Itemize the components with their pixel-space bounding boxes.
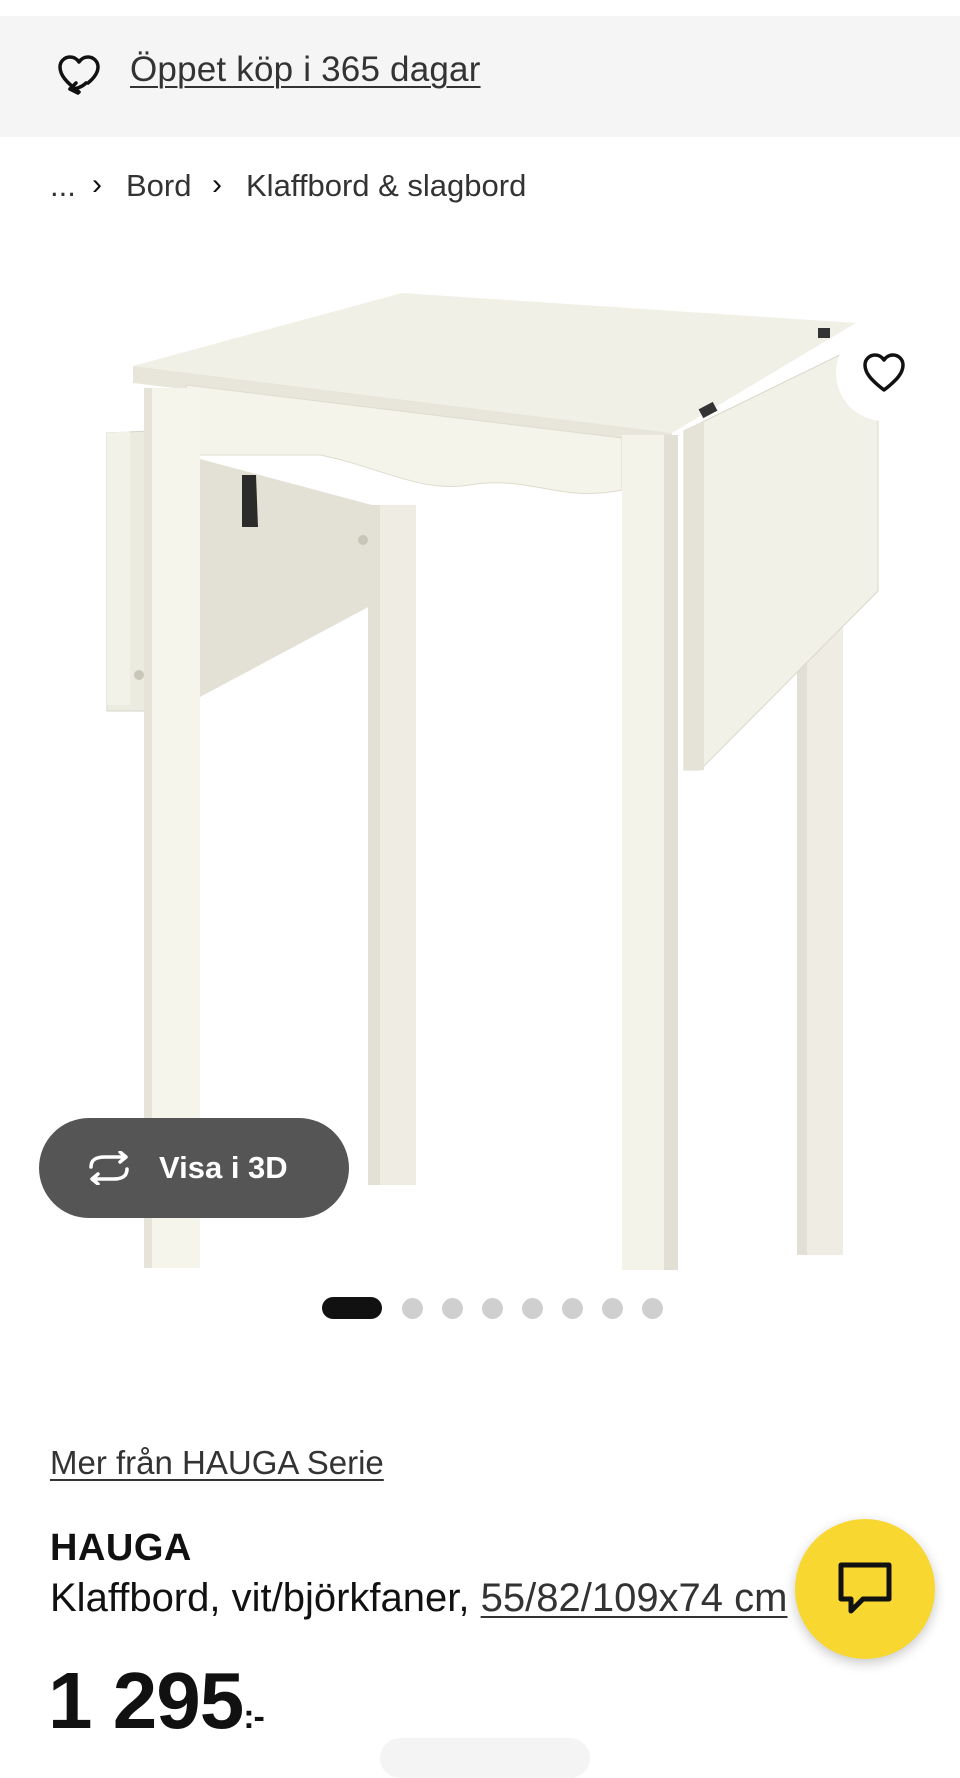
breadcrumb-item-klaffbord[interactable]: Klaffbord & slagbord	[246, 168, 526, 204]
series-link[interactable]: Mer från HAUGA Serie	[50, 1444, 384, 1482]
product-image[interactable]	[0, 235, 960, 1270]
view-3d-label: Visa i 3D	[159, 1150, 288, 1185]
product-description: Klaffbord, vit/björkfaner, 55/82/109x74 …	[50, 1576, 787, 1621]
gallery-dot[interactable]	[442, 1298, 463, 1319]
status-bar-gap	[0, 0, 960, 16]
gallery-dot[interactable]	[562, 1298, 583, 1319]
chat-bubble-icon	[838, 1562, 892, 1614]
favorite-button[interactable]	[836, 325, 932, 421]
promo-banner[interactable]: Öppet köp i 365 dagar	[0, 16, 960, 137]
price-value: 1 295	[48, 1656, 244, 1745]
product-price: 1 295:-	[48, 1655, 265, 1747]
breadcrumb-ellipsis[interactable]: ...	[50, 168, 76, 204]
gallery-dot[interactable]	[522, 1298, 543, 1319]
gallery-dot[interactable]	[482, 1298, 503, 1319]
gallery-dot[interactable]	[402, 1298, 423, 1319]
promo-link[interactable]: Öppet köp i 365 dagar	[130, 50, 481, 90]
gallery-dot-active[interactable]	[322, 1297, 382, 1319]
gallery-dot[interactable]	[642, 1298, 663, 1319]
product-gallery[interactable]: Visa i 3D	[0, 235, 960, 1270]
view-3d-button[interactable]: Visa i 3D	[39, 1118, 349, 1218]
heart-outline-icon	[863, 353, 905, 392]
product-type: Klaffbord, vit/björkfaner,	[50, 1576, 481, 1620]
product-name: HAUGA	[50, 1527, 192, 1569]
chat-button[interactable]	[795, 1519, 935, 1659]
gallery-dot[interactable]	[602, 1298, 623, 1319]
chevron-right-icon: ›	[92, 168, 102, 201]
heart-return-icon	[56, 53, 102, 99]
bottom-bar-hint	[380, 1738, 590, 1778]
rotate-3d-icon	[89, 1151, 129, 1185]
breadcrumb-item-bord[interactable]: Bord	[126, 168, 191, 204]
price-suffix: :-	[243, 1698, 265, 1736]
product-size-link[interactable]: 55/82/109x74 cm	[481, 1576, 788, 1620]
chevron-right-icon: ›	[212, 168, 222, 201]
